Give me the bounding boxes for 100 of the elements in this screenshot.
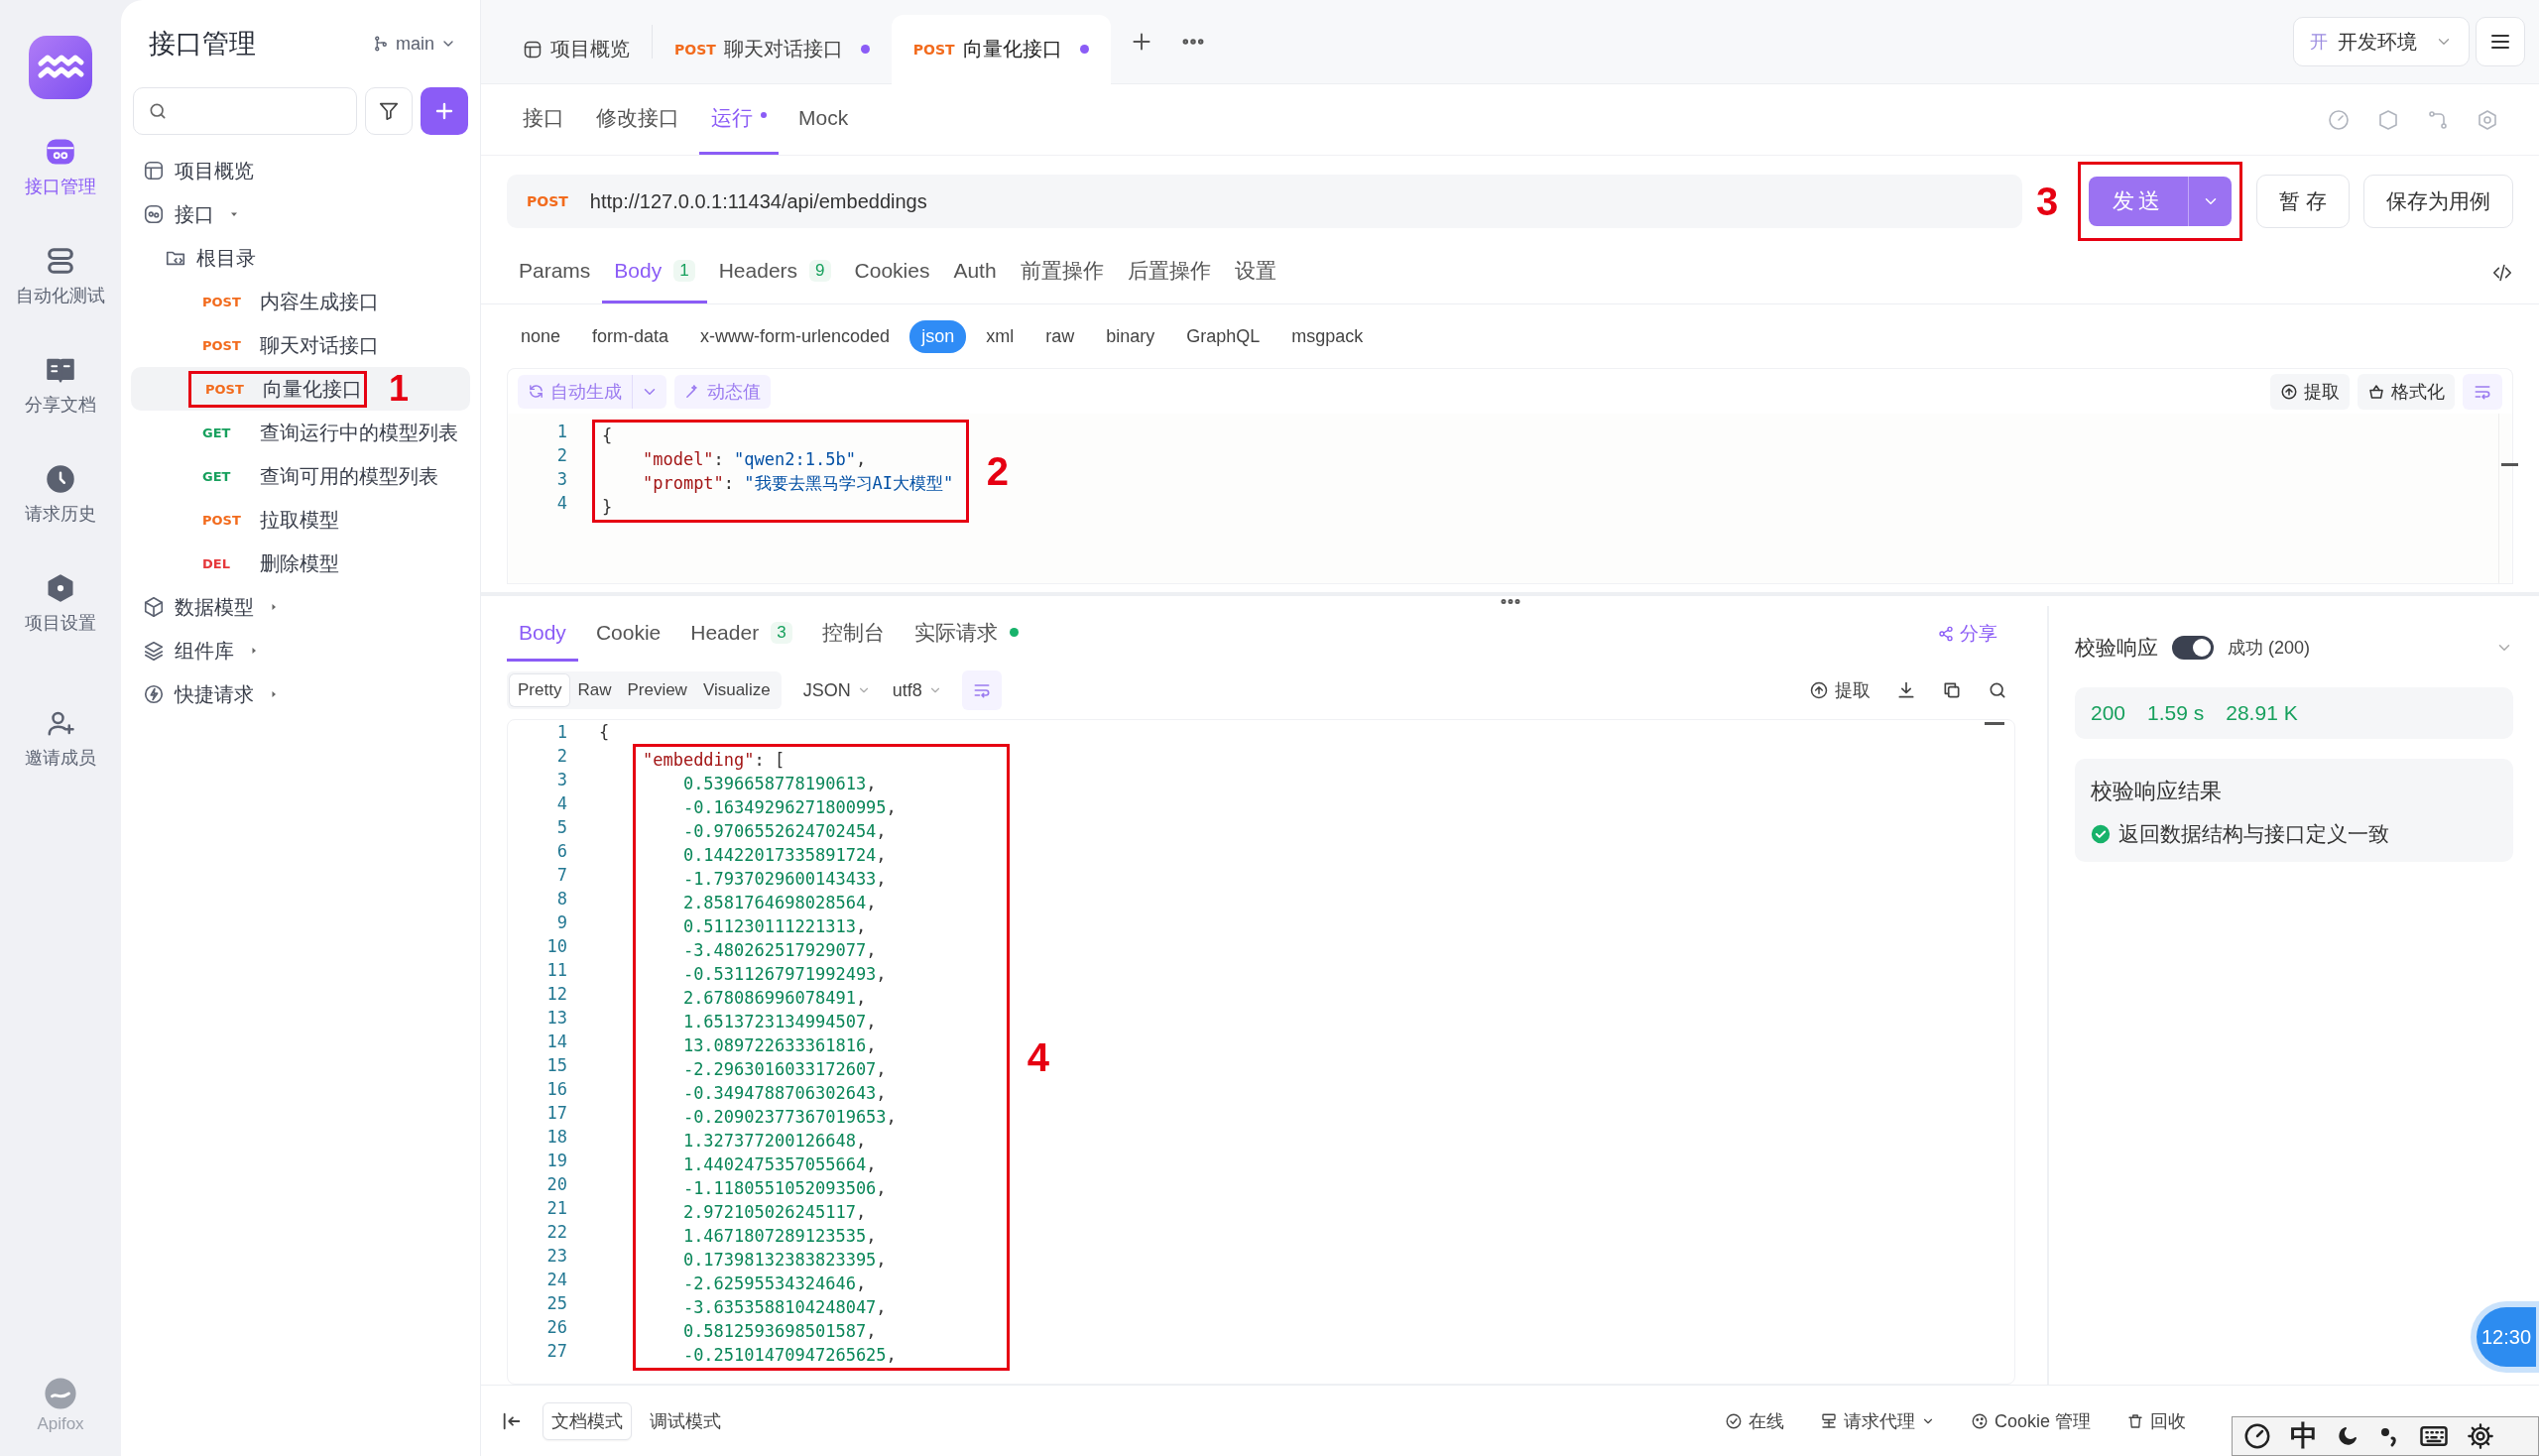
nav-item[interactable]: 请求历史: [6, 456, 115, 534]
tab[interactable]: 修改接口: [584, 84, 691, 155]
view-option[interactable]: Raw: [569, 674, 620, 706]
nav-item[interactable]: 接口管理: [6, 129, 115, 206]
endpoint-item[interactable]: POST 拉取模型: [131, 498, 470, 542]
ime-mode[interactable]: 中: [2290, 1417, 2318, 1455]
tab[interactable]: Mock: [786, 84, 861, 155]
editor-tab[interactable]: POST 聊天对话接口: [653, 14, 892, 84]
endpoint-item[interactable]: POST 聊天对话接口: [131, 323, 470, 367]
share-icon: [1938, 626, 1954, 642]
tab[interactable]: Headers 9: [706, 241, 843, 303]
trash-icon: [2126, 1411, 2144, 1430]
nav-item[interactable]: 项目设置: [6, 565, 115, 643]
save-as-case-button[interactable]: 保存为用例: [2363, 175, 2513, 228]
code-line: 1.4671807289123535,: [681, 1225, 878, 1248]
nav-item[interactable]: 自动化测试: [6, 238, 115, 315]
body-type-option[interactable]: xml: [974, 319, 1027, 353]
server-icon: [46, 246, 75, 276]
layers-icon: [143, 640, 165, 662]
filter-button[interactable]: [365, 87, 413, 135]
endpoint-item[interactable]: POST 向量化接口 1: [131, 367, 470, 411]
editor-tab[interactable]: POST 向量化接口: [891, 14, 1111, 84]
url-field[interactable]: http://127.0.0.1:11434/api/embeddings: [589, 175, 2022, 228]
tab[interactable]: Body: [507, 606, 578, 662]
body-type-option[interactable]: raw: [1033, 319, 1087, 353]
format-button[interactable]: 格式化: [2358, 373, 2455, 410]
tab[interactable]: 实际请求: [902, 606, 1030, 662]
status-item[interactable]: 请求代理: [1819, 1408, 1935, 1433]
tab[interactable]: Cookie: [583, 606, 673, 662]
endpoint-item[interactable]: GET 查询可用的模型列表: [131, 454, 470, 498]
endpoint-name: 聊天对话接口: [260, 332, 379, 358]
tree-item[interactable]: 快捷请求: [175, 680, 254, 708]
line-number: 14: [545, 1031, 567, 1053]
status-item[interactable]: Cookie 管理: [1970, 1408, 2091, 1433]
status-item[interactable]: 在线: [1724, 1408, 1784, 1433]
endpoint-item[interactable]: POST 内容生成接口: [131, 280, 470, 323]
more-button[interactable]: [1181, 39, 1204, 45]
endpoint-item[interactable]: GET 查询运行中的模型列表: [131, 411, 470, 454]
add-button[interactable]: [421, 87, 468, 135]
tab[interactable]: Params: [507, 241, 603, 303]
gear-icon[interactable]: [2467, 1422, 2494, 1450]
tab[interactable]: 前置操作: [1008, 241, 1116, 303]
nav-item[interactable]: 分享文档: [6, 347, 115, 425]
line-number: 1: [555, 421, 567, 443]
tab[interactable]: 运行: [699, 84, 779, 155]
line-number: 1: [555, 721, 567, 744]
format-dropdown[interactable]: JSON: [802, 679, 871, 701]
status-item[interactable]: 回收: [2126, 1408, 2186, 1433]
line-number: 10: [545, 935, 567, 958]
copy-icon[interactable]: [1942, 680, 1962, 700]
search-field[interactable]: [133, 87, 357, 135]
endpoint-item[interactable]: DEL 删除模型: [131, 542, 470, 585]
tab[interactable]: 后置操作: [1115, 241, 1223, 303]
basket-icon: [2367, 382, 2385, 401]
search-icon[interactable]: [1988, 680, 2007, 700]
mode-tab[interactable]: 文档模式: [543, 1401, 632, 1440]
tree-item[interactable]: 数据模型: [175, 593, 254, 621]
body-type-option[interactable]: GraphQL: [1174, 319, 1272, 353]
body-type-option[interactable]: none: [509, 319, 573, 353]
branch-selector[interactable]: main: [372, 33, 456, 55]
tab[interactable]: Auth: [941, 241, 1009, 303]
body-type-option[interactable]: binary: [1094, 319, 1167, 353]
tab[interactable]: 接口: [511, 84, 576, 155]
moon-icon[interactable]: [2336, 1424, 2359, 1448]
tree-item[interactable]: 接口: [175, 200, 214, 228]
mode-tab[interactable]: 调试模式: [642, 1402, 729, 1439]
editor-tab[interactable]: 项目概览: [501, 14, 652, 84]
hexagon-icon: [46, 573, 75, 603]
view-option[interactable]: Pretty: [510, 674, 570, 706]
tab[interactable]: 设置: [1222, 241, 1288, 303]
environment-selector[interactable]: 开 开发环境: [2293, 17, 2470, 66]
body-type-option[interactable]: x-www-form-urlencoded: [688, 319, 903, 353]
body-type-option[interactable]: msgpack: [1279, 319, 1376, 353]
gauge-icon[interactable]: [2242, 1421, 2272, 1451]
view-option[interactable]: Visualize: [694, 674, 779, 706]
toggle-switch[interactable]: [2172, 636, 2214, 660]
annotation-number: 1: [389, 368, 410, 410]
view-option[interactable]: Preview: [619, 674, 695, 706]
resize-handle-icon[interactable]: [1500, 598, 1520, 604]
body-type-option[interactable]: form-data: [580, 319, 681, 353]
tree-item[interactable]: 组件库: [175, 637, 234, 665]
menu-button[interactable]: [2476, 17, 2525, 66]
upload-icon: [2280, 382, 2298, 401]
tree-item[interactable]: 项目概览: [175, 157, 254, 184]
status-code: 200: [2091, 701, 2126, 725]
save-button[interactable]: 暂 存: [2256, 175, 2350, 228]
tab[interactable]: 控制台: [809, 606, 897, 662]
line-number: 17: [545, 1102, 567, 1125]
extract-button[interactable]: 提取: [2270, 373, 2350, 410]
encoding-dropdown[interactable]: utf8: [892, 679, 942, 701]
tab[interactable]: Cookies: [842, 241, 942, 303]
tree-item[interactable]: 根目录: [196, 244, 256, 272]
endpoint-name: 查询运行中的模型列表: [260, 420, 458, 445]
tab[interactable]: Body 1: [602, 241, 707, 303]
result-title: 校验响应结果: [2091, 778, 2223, 805]
nav-item[interactable]: 邀请成员: [6, 700, 115, 778]
tab[interactable]: Header 3: [678, 606, 804, 662]
extract-button[interactable]: 提取: [1809, 678, 1871, 702]
share-button[interactable]: 分享: [1938, 606, 2025, 662]
download-icon[interactable]: [1896, 680, 1916, 700]
